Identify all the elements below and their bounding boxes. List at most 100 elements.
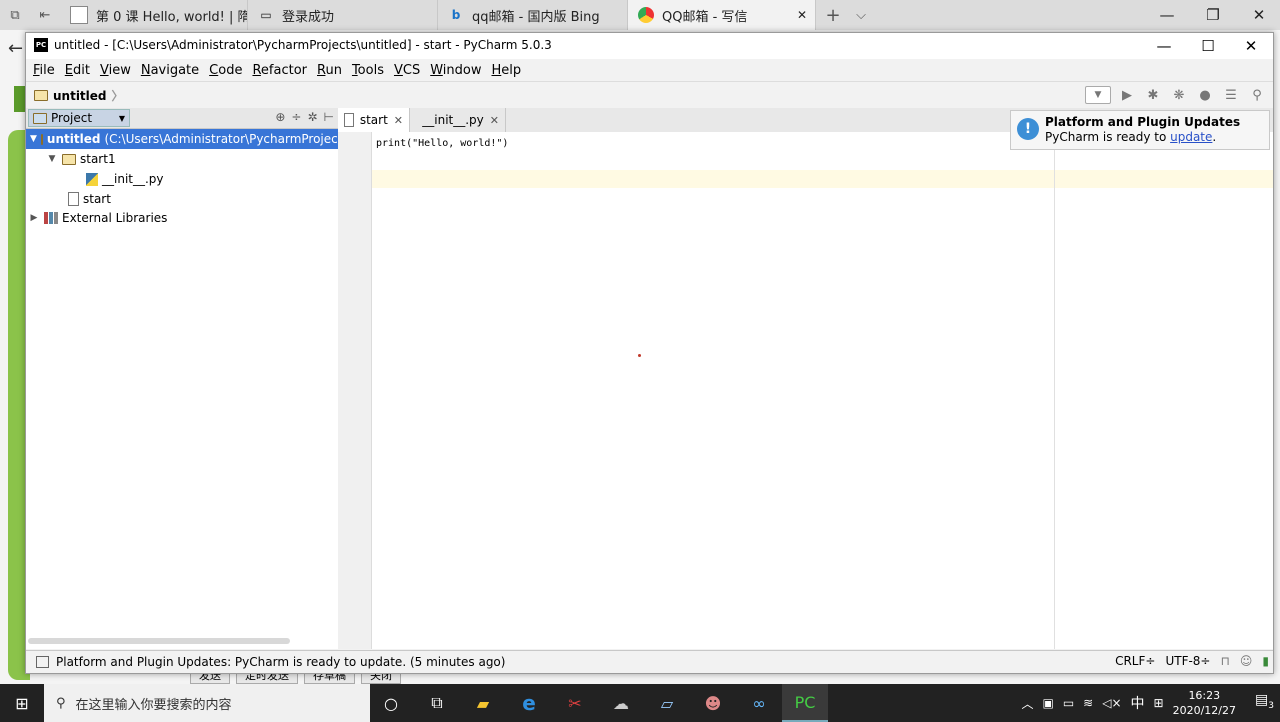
menu-window[interactable]: Window (425, 63, 486, 78)
right-margin-guide (1054, 132, 1055, 649)
browser-tab-login[interactable]: ▭ 登录成功 (248, 0, 438, 30)
wifi-icon[interactable]: ≋ (1083, 696, 1093, 710)
minimize-icon[interactable]: — (1142, 33, 1186, 59)
update-link[interactable]: update (1170, 130, 1212, 144)
close-tab-icon[interactable]: ✕ (797, 8, 807, 22)
lock-icon[interactable]: ⊓ (1221, 654, 1230, 668)
breadcrumb[interactable]: untitled 〉 (34, 87, 124, 104)
windows-start-icon[interactable]: ⊞ (0, 684, 44, 722)
search-icon: ⚲ (56, 695, 66, 711)
tree-node-project-root[interactable]: ▼ untitled (C:\Users\Administrator\Pycha… (26, 129, 349, 149)
code-editor[interactable]: print("Hello, world!") (372, 132, 1273, 649)
project-icon (33, 112, 47, 124)
inspector-icon[interactable]: ☺ (1240, 654, 1253, 668)
menu-navigate[interactable]: Navigate (136, 63, 204, 78)
edge-icon[interactable]: e (506, 684, 552, 722)
new-tab-button[interactable]: + (824, 5, 842, 26)
maximize-icon[interactable]: ☐ (1186, 33, 1230, 59)
profile-icon[interactable]: ● (1195, 85, 1215, 105)
library-icon (44, 212, 58, 224)
close-tab-icon[interactable]: ✕ (490, 114, 499, 127)
tree-node-start[interactable]: start (68, 189, 111, 209)
clock-time: 16:23 (1188, 689, 1221, 702)
python-file-icon (86, 172, 98, 186)
volume-icon[interactable]: ◁× (1102, 696, 1121, 710)
avatar-app-icon[interactable]: ☻ (690, 684, 736, 722)
debug-icon[interactable]: ✱ (1143, 85, 1163, 105)
menu-refactor[interactable]: Refactor (247, 63, 312, 78)
cloud-drive-icon[interactable]: ∞ (736, 684, 782, 722)
run-config-dropdown[interactable]: ▼ (1085, 86, 1111, 104)
menu-file[interactable]: File (26, 63, 60, 78)
menu-vcs[interactable]: VCS (389, 63, 425, 78)
close-icon[interactable]: ✕ (1229, 33, 1273, 59)
run-icon[interactable]: ▶ (1117, 85, 1137, 105)
minimize-icon[interactable]: — (1144, 0, 1190, 30)
close-tab-icon[interactable]: ✕ (394, 114, 403, 127)
task-view-icon[interactable]: ⧉ (414, 684, 460, 722)
menu-tools[interactable]: Tools (347, 63, 389, 78)
back-arrow-icon[interactable]: ← (8, 38, 23, 59)
system-tray: ︿ ▣ ▭ ≋ ◁× 中 ⊞ 16:23 2020/12/27 (1021, 684, 1236, 722)
menu-run[interactable]: Run (312, 63, 347, 78)
taskbar-search[interactable]: ⚲ 在这里输入你要搜索的内容 (44, 684, 370, 722)
project-view-dropdown[interactable]: Project ▼ (28, 109, 130, 127)
menu-code[interactable]: Code (204, 63, 247, 78)
status-message[interactable]: Platform and Plugin Updates: PyCharm is … (56, 655, 505, 669)
scroll-from-source-icon[interactable]: ⊕ (275, 110, 285, 124)
bing-icon: b (451, 8, 461, 22)
tree-node-label: External Libraries (62, 211, 168, 225)
tree-node-path: (C:\Users\Administrator\PycharmProjects (104, 132, 349, 146)
notes-icon[interactable]: ▱ (644, 684, 690, 722)
current-line-highlight (372, 170, 1273, 188)
restore-icon[interactable]: ❐ (1190, 0, 1236, 30)
tab-list-icon[interactable]: ⌵ (852, 6, 870, 24)
browser-tab-label: 登录成功 (282, 9, 335, 25)
notification-text: PyCharm is ready to (1045, 130, 1171, 144)
set-aside-tabs-icon[interactable]: ⇤ (36, 6, 54, 24)
cortana-icon[interactable]: ○ (368, 684, 414, 722)
app-icon[interactable]: ☁ (598, 684, 644, 722)
search-icon[interactable]: ⚲ (1247, 85, 1267, 105)
tool-windows-icon[interactable] (36, 656, 49, 668)
battery-icon[interactable]: ▭ (1063, 696, 1074, 710)
hide-panel-icon[interactable]: ⊢ (324, 110, 334, 124)
browser-tab-bing[interactable]: b qq邮箱 - 国内版 Bing (438, 0, 628, 30)
menu-edit[interactable]: Edit (60, 63, 95, 78)
chevron-right-icon: 〉 (111, 89, 124, 103)
project-panel: Project ▼ ⊕ ÷ ✲ ⊢ ▼ untitled (C:\Users\A… (26, 108, 349, 649)
tree-node-init-py[interactable]: __init__.py (86, 169, 164, 189)
menu-help[interactable]: Help (487, 63, 527, 78)
notification-title: Platform and Plugin Updates (1045, 115, 1241, 129)
browser-tab-lesson[interactable]: 第 0 课 Hello, world! | 隋辨 (60, 0, 248, 30)
tab-actions-icon[interactable]: ⧉ (6, 6, 24, 24)
keyboard-icon[interactable]: ⊞ (1154, 696, 1164, 710)
project-panel-header: Project ▼ ⊕ ÷ ✲ ⊢ (26, 108, 338, 129)
tab-start[interactable]: start ✕ (338, 108, 410, 132)
tab-init-py[interactable]: __init__.py ✕ (410, 108, 506, 132)
collapse-all-icon[interactable]: ÷ (291, 110, 301, 124)
file-explorer-icon[interactable]: ▰ (460, 684, 506, 722)
chevron-up-icon[interactable]: ︿ (1021, 695, 1033, 712)
horizontal-scrollbar[interactable] (28, 638, 290, 644)
line-separator-selector[interactable]: CRLF÷ (1115, 654, 1155, 668)
gear-icon[interactable]: ✲ (307, 110, 317, 124)
notification-center-icon[interactable]: ▤3 (1255, 692, 1274, 711)
ime-indicator[interactable]: 中 (1131, 693, 1145, 713)
windows-taskbar: ⊞ ⚲ 在这里输入你要搜索的内容 ○ ⧉ ▰ e ✂ ☁ ▱ ☻ ∞ PC ︿ … (0, 684, 1280, 722)
coverage-icon[interactable]: ❋ (1169, 85, 1189, 105)
run-toolbar: ▼ ▶ ✱ ❋ ● ☰ ⚲ (1085, 85, 1267, 105)
pycharm-taskbar-icon[interactable]: PC (782, 684, 828, 722)
browser-tab-qqmail[interactable]: QQ邮箱 - 写信 ✕ (628, 0, 816, 30)
close-icon[interactable]: ✕ (1236, 0, 1280, 30)
tree-node-external-libraries[interactable]: ▶ External Libraries (28, 208, 168, 228)
clock[interactable]: 16:23 2020/12/27 (1173, 688, 1236, 718)
structure-icon[interactable]: ☰ (1221, 85, 1241, 105)
app-icon[interactable]: ✂ (552, 684, 598, 722)
encoding-selector[interactable]: UTF-8÷ (1165, 654, 1210, 668)
security-icon[interactable]: ▣ (1042, 696, 1053, 710)
event-log-icon[interactable]: ▮ (1262, 654, 1269, 668)
menu-view[interactable]: View (95, 63, 136, 78)
cursor-dot (638, 354, 641, 357)
tree-node-start1[interactable]: ▼ start1 (46, 149, 116, 169)
